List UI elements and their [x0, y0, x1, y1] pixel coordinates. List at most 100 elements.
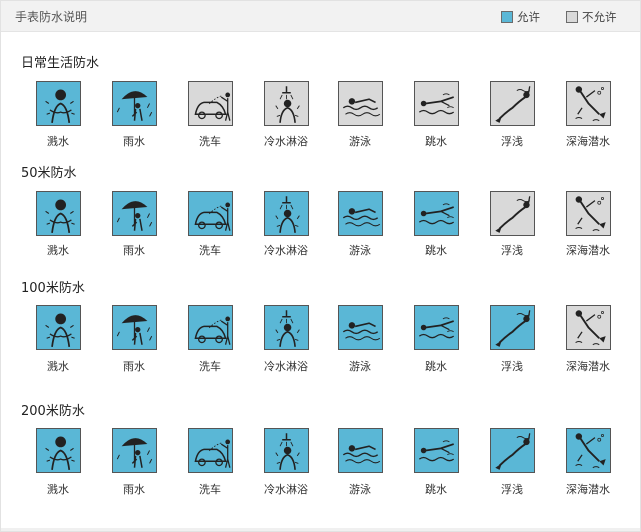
activity-label: 雨水: [123, 483, 145, 496]
activity-label: 洗车: [199, 360, 221, 373]
snorkeling-icon: [490, 81, 535, 126]
activity-label: 深海潜水: [566, 244, 610, 257]
legend-allowed-label: 允许: [517, 10, 540, 24]
activity-label: 跳水: [425, 483, 447, 496]
activity-label: 溅水: [47, 360, 69, 373]
activity-label: 雨水: [123, 135, 145, 148]
activity-label: 雨水: [123, 244, 145, 257]
car-wash-icon-graphic: [194, 92, 231, 121]
snorkeling-icon: [490, 191, 535, 236]
activity-label: 洗车: [199, 483, 221, 496]
activity-label: 冷水淋浴: [264, 135, 308, 148]
activity-label: 游泳: [349, 244, 371, 257]
legend-allowed-swatch: [501, 11, 513, 23]
umbrella-rain-icon-graphic: [116, 315, 153, 345]
diving-icon: [414, 81, 459, 126]
umbrella-rain-icon: [112, 81, 157, 126]
car-wash-icon-graphic: [194, 439, 231, 468]
shower-icon-graphic: [275, 86, 300, 123]
shower-icon: [264, 428, 309, 473]
deep-sea-diving-icon: [566, 428, 611, 473]
activity-label: 浮浅: [501, 244, 523, 257]
diving-icon-graphic: [418, 440, 455, 462]
car-wash-icon: [188, 81, 233, 126]
umbrella-rain-icon-graphic: [116, 438, 153, 468]
bottom-divider: [1, 528, 640, 531]
section-title: 200米防水: [21, 404, 85, 419]
splash-person-icon: [36, 81, 81, 126]
swimming-icon-graphic: [342, 208, 381, 227]
page-title: 手表防水说明: [15, 10, 88, 24]
swimming-icon-graphic: [342, 98, 381, 117]
diving-icon-graphic: [418, 203, 455, 225]
shower-icon: [264, 305, 309, 350]
diving-icon-graphic: [418, 93, 455, 115]
diving-icon: [414, 428, 459, 473]
splash-person-icon-graphic: [45, 199, 75, 233]
watch-waterproof-panel: 手表防水说明 允许 不允许 日常生活防水 溅水 雨水 洗车 冷水淋浴 游泳 跳水 浮浅 深海潜水…: [0, 0, 641, 532]
activity-label: 跳水: [425, 135, 447, 148]
snorkeling-icon-graphic: [495, 86, 531, 123]
legend-not-allowed-label: 不允许: [582, 10, 617, 24]
umbrella-rain-icon: [112, 428, 157, 473]
car-wash-icon: [188, 191, 233, 236]
shower-icon-graphic: [275, 433, 300, 470]
deep-sea-diving-icon: [566, 191, 611, 236]
activity-label: 深海潜水: [566, 483, 610, 496]
snorkeling-icon: [490, 305, 535, 350]
activity-label: 雨水: [123, 360, 145, 373]
car-wash-icon: [188, 428, 233, 473]
activity-label: 跳水: [425, 360, 447, 373]
swimming-icon: [338, 191, 383, 236]
shower-icon-graphic: [275, 310, 300, 347]
swimming-icon-graphic: [342, 445, 381, 464]
activity-label: 冷水淋浴: [264, 244, 308, 257]
activity-label: 浮浅: [501, 360, 523, 373]
diving-icon: [414, 305, 459, 350]
deep-sea-diving-icon: [566, 305, 611, 350]
activity-label: 浮浅: [501, 483, 523, 496]
activity-label: 洗车: [199, 244, 221, 257]
legend-not-allowed: 不允许: [566, 9, 617, 25]
activity-label: 洗车: [199, 135, 221, 148]
snorkeling-icon-graphic: [495, 433, 531, 470]
shower-icon-graphic: [275, 196, 300, 233]
splash-person-icon: [36, 191, 81, 236]
deep-sea-diving-icon-graphic: [575, 310, 606, 346]
deep-sea-diving-icon-graphic: [575, 196, 606, 232]
swimming-icon: [338, 305, 383, 350]
umbrella-rain-icon: [112, 191, 157, 236]
snorkeling-icon-graphic: [495, 196, 531, 233]
swimming-icon: [338, 428, 383, 473]
splash-person-icon-graphic: [45, 89, 75, 123]
splash-person-icon-graphic: [45, 436, 75, 470]
car-wash-icon-graphic: [194, 202, 231, 231]
swimming-icon-graphic: [342, 322, 381, 341]
activity-label: 溅水: [47, 244, 69, 257]
shower-icon: [264, 191, 309, 236]
snorkeling-icon: [490, 428, 535, 473]
activity-label: 溅水: [47, 135, 69, 148]
activity-label: 深海潜水: [566, 360, 610, 373]
activity-label: 跳水: [425, 244, 447, 257]
activity-label: 浮浅: [501, 135, 523, 148]
deep-sea-diving-icon-graphic: [575, 433, 606, 469]
section-title: 50米防水: [21, 166, 77, 181]
section-title: 100米防水: [21, 281, 85, 296]
umbrella-rain-icon-graphic: [116, 201, 153, 231]
header-bar: 手表防水说明 允许 不允许: [1, 1, 640, 32]
shower-icon: [264, 81, 309, 126]
deep-sea-diving-icon-graphic: [575, 86, 606, 122]
section-title: 日常生活防水: [21, 56, 100, 71]
legend-allowed: 允许: [501, 9, 540, 25]
car-wash-icon-graphic: [194, 316, 231, 345]
splash-person-icon-graphic: [45, 313, 75, 347]
activity-label: 深海潜水: [566, 135, 610, 148]
splash-person-icon: [36, 428, 81, 473]
diving-icon: [414, 191, 459, 236]
activity-label: 游泳: [349, 360, 371, 373]
activity-label: 冷水淋浴: [264, 483, 308, 496]
umbrella-rain-icon: [112, 305, 157, 350]
deep-sea-diving-icon: [566, 81, 611, 126]
car-wash-icon: [188, 305, 233, 350]
